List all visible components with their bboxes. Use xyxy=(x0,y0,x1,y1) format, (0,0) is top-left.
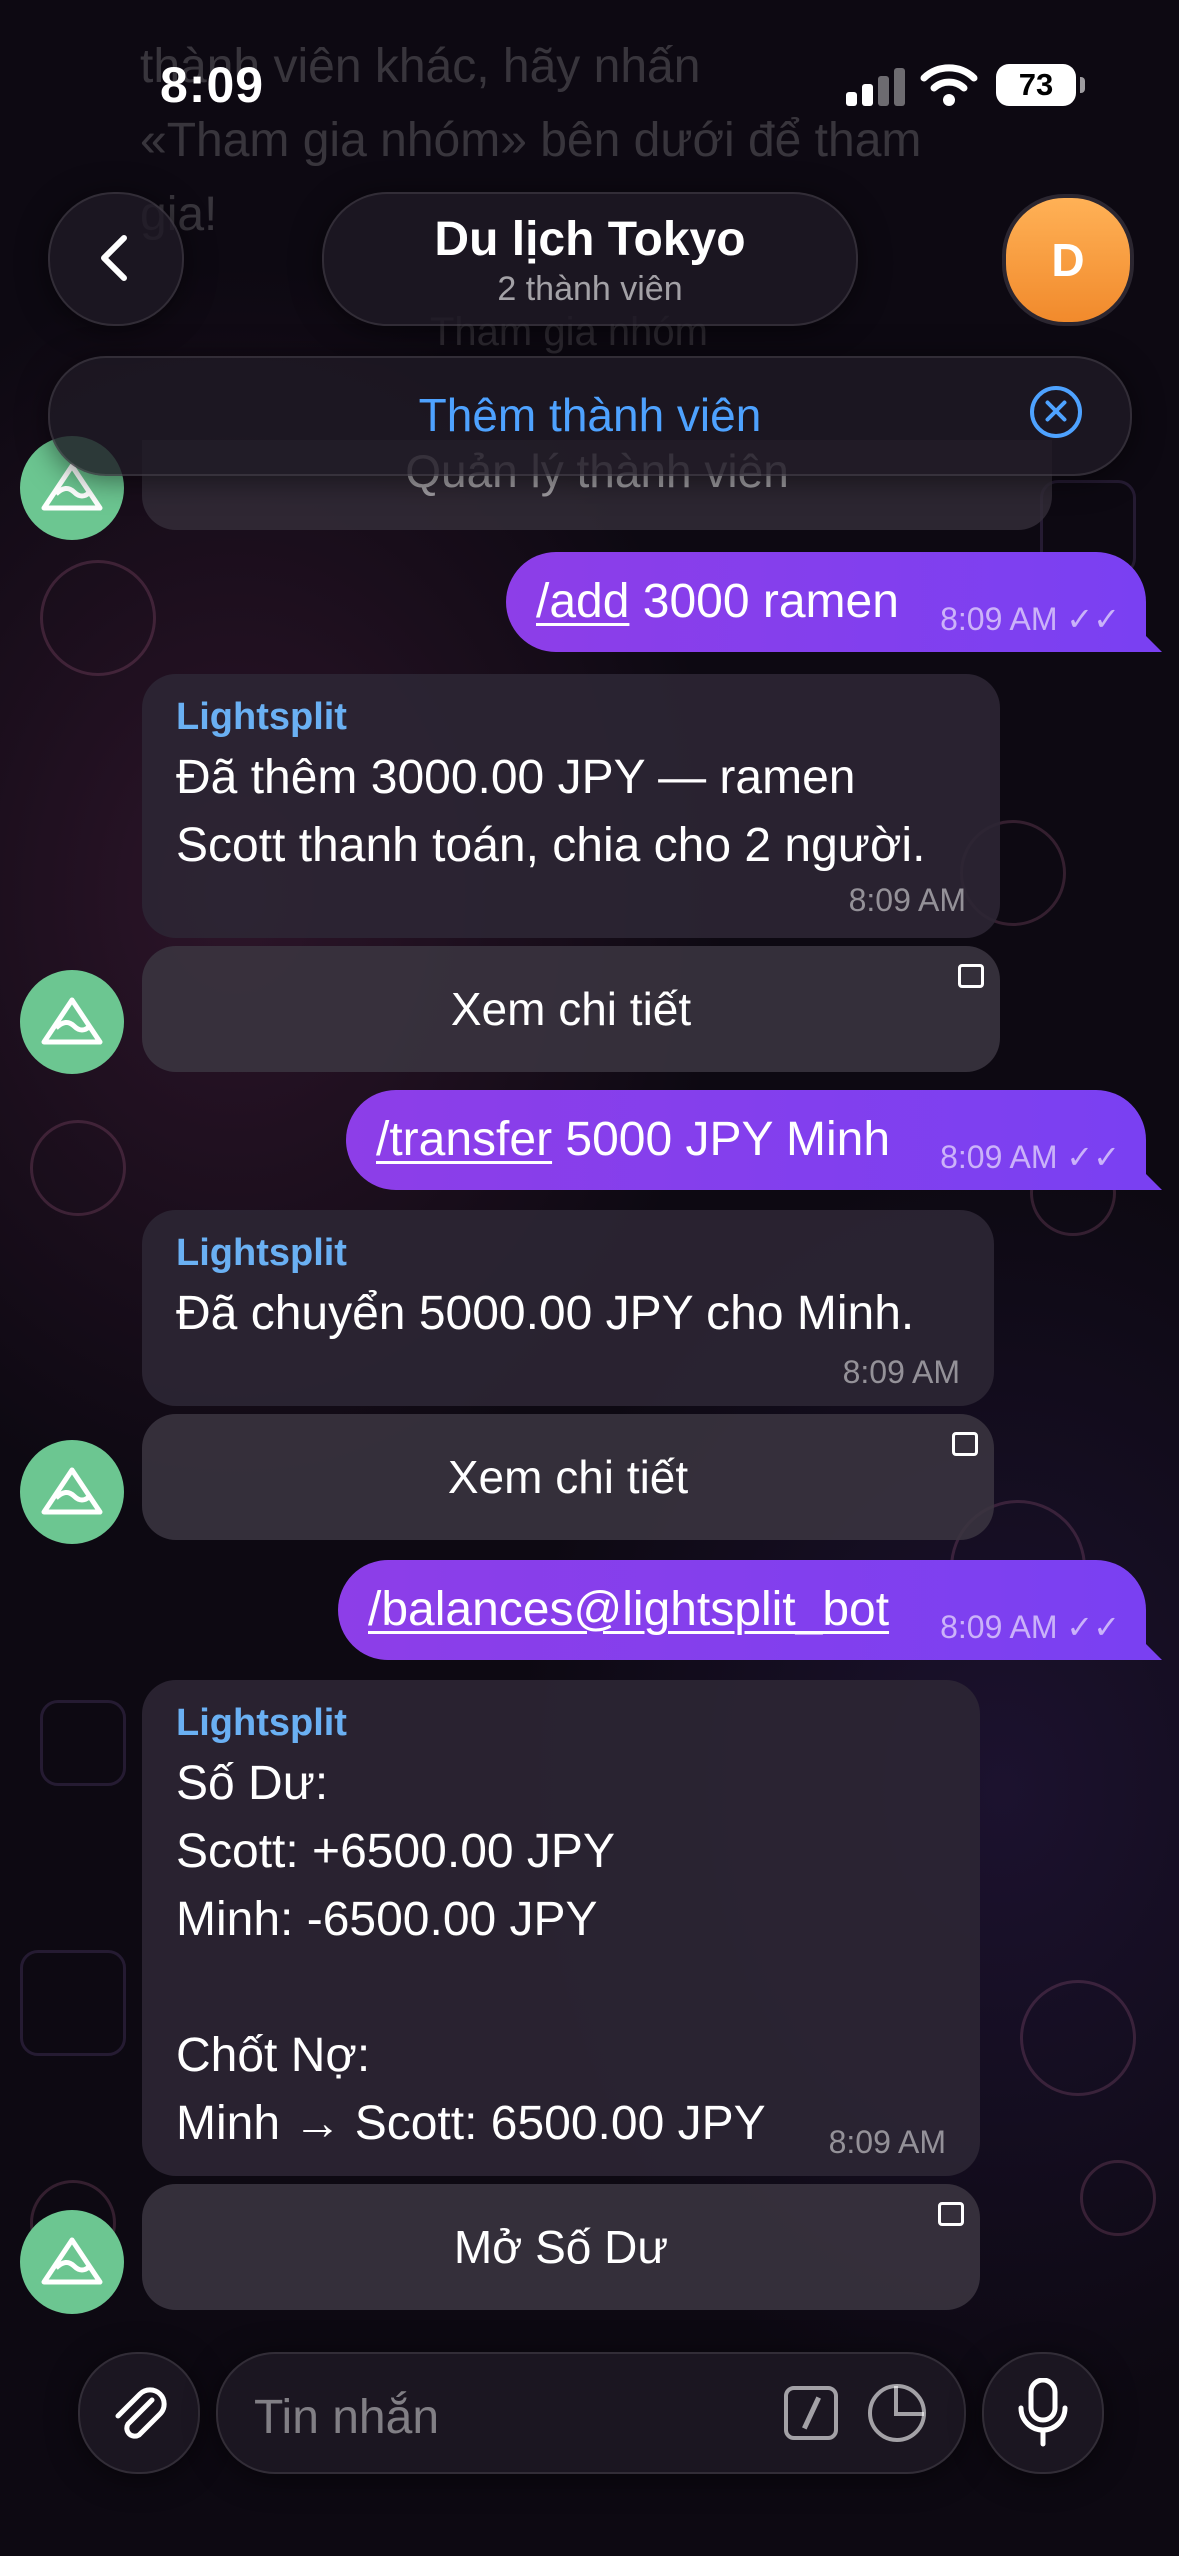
double-check-icon: ✓✓ xyxy=(1066,1139,1120,1175)
microphone-button[interactable] xyxy=(982,2352,1104,2474)
incoming-message[interactable]: Lightsplit Đã thêm 3000.00 JPY — ramen S… xyxy=(142,674,1000,938)
double-check-icon: ✓✓ xyxy=(1066,601,1120,637)
details-button-label: Xem chi tiết xyxy=(450,983,692,1035)
paperclip-icon xyxy=(115,2387,167,2439)
open-balances-button[interactable]: Mở Số Dư xyxy=(142,2184,980,2310)
incoming-message[interactable]: Lightsplit Đã chuyển 5000.00 JPY cho Min… xyxy=(142,1210,994,1406)
chat-title-pill[interactable]: Du lịch Tokyo 2 thành viên xyxy=(322,192,858,326)
details-button-label: Xem chi tiết xyxy=(447,1451,689,1503)
message-time: 8:09 AM xyxy=(842,1354,960,1390)
external-link-icon xyxy=(952,1432,978,1456)
sender-name: Lightsplit xyxy=(176,696,347,738)
member-count: 2 thành viên xyxy=(497,270,683,308)
microphone-icon xyxy=(1018,2378,1068,2447)
bot-avatar[interactable] xyxy=(20,1440,124,1544)
status-bar: 8:09 73 xyxy=(0,0,1179,170)
message-time: 8:09 AM xyxy=(828,2124,946,2160)
add-member-label: Thêm thành viên xyxy=(418,389,762,441)
message-input[interactable]: Tin nhắn xyxy=(216,2352,966,2474)
details-button[interactable]: Xem chi tiết xyxy=(142,1414,994,1540)
bot-avatar[interactable] xyxy=(20,970,124,1074)
double-check-icon: ✓✓ xyxy=(1066,1609,1120,1645)
chevron-left-icon xyxy=(101,235,127,281)
message-text: 5000 JPY Minh xyxy=(552,1113,891,1166)
message-text: Số Dư: Scott: +6500.00 JPY Minh: -6500.0… xyxy=(176,1757,766,2150)
command-link[interactable]: /add xyxy=(536,575,629,628)
message-text: Đã thêm 3000.00 JPY — ramen Scott thanh … xyxy=(176,751,926,872)
back-button[interactable] xyxy=(48,192,184,326)
message-time: 8:09 AM xyxy=(940,1139,1058,1175)
message-time: 8:09 AM xyxy=(940,1609,1058,1645)
bot-logo-icon xyxy=(41,1467,103,1515)
battery-indicator: 73 xyxy=(996,64,1085,106)
external-link-icon xyxy=(938,2202,964,2226)
attach-button[interactable] xyxy=(78,2352,200,2474)
outgoing-message[interactable]: /balances@lightsplit_bot 8:09 AM ✓✓ xyxy=(338,1560,1146,1660)
message-time: 8:09 AM xyxy=(940,601,1058,637)
bot-avatar[interactable] xyxy=(20,2210,124,2314)
slash-command-icon[interactable] xyxy=(784,2386,838,2440)
wifi-icon xyxy=(920,64,978,106)
sender-name: Lightsplit xyxy=(176,1232,347,1274)
message-placeholder: Tin nhắn xyxy=(254,2391,440,2444)
message-text: 3000 ramen xyxy=(629,575,899,628)
sticker-icon[interactable] xyxy=(868,2384,926,2442)
close-circle-icon[interactable] xyxy=(1030,386,1082,438)
group-avatar[interactable]: D xyxy=(1002,194,1134,326)
status-time: 8:09 xyxy=(160,57,265,113)
command-link[interactable]: /balances@lightsplit_bot xyxy=(368,1583,889,1636)
open-balances-label: Mở Số Dư xyxy=(453,2221,669,2273)
outgoing-message[interactable]: /add 3000 ramen 8:09 AM ✓✓ xyxy=(506,552,1146,652)
cellular-signal-icon xyxy=(846,66,905,106)
message-text: Đã chuyển 5000.00 JPY cho Minh. xyxy=(176,1287,915,1340)
details-button[interactable]: Xem chi tiết xyxy=(142,946,1000,1072)
add-member-bar[interactable]: Thêm thành viên xyxy=(48,356,1132,476)
message-time: 8:09 AM xyxy=(848,882,966,918)
chat-title: Du lịch Tokyo xyxy=(434,213,746,266)
bot-logo-icon xyxy=(41,997,103,1045)
external-link-icon xyxy=(958,964,984,988)
bot-logo-icon xyxy=(41,2237,103,2285)
command-link[interactable]: /transfer xyxy=(376,1113,552,1166)
incoming-message[interactable]: Lightsplit Số Dư: Scott: +6500.00 JPY Mi… xyxy=(142,1680,980,2176)
outgoing-message[interactable]: /transfer 5000 JPY Minh 8:09 AM ✓✓ xyxy=(346,1090,1146,1190)
sender-name: Lightsplit xyxy=(176,1702,347,1744)
